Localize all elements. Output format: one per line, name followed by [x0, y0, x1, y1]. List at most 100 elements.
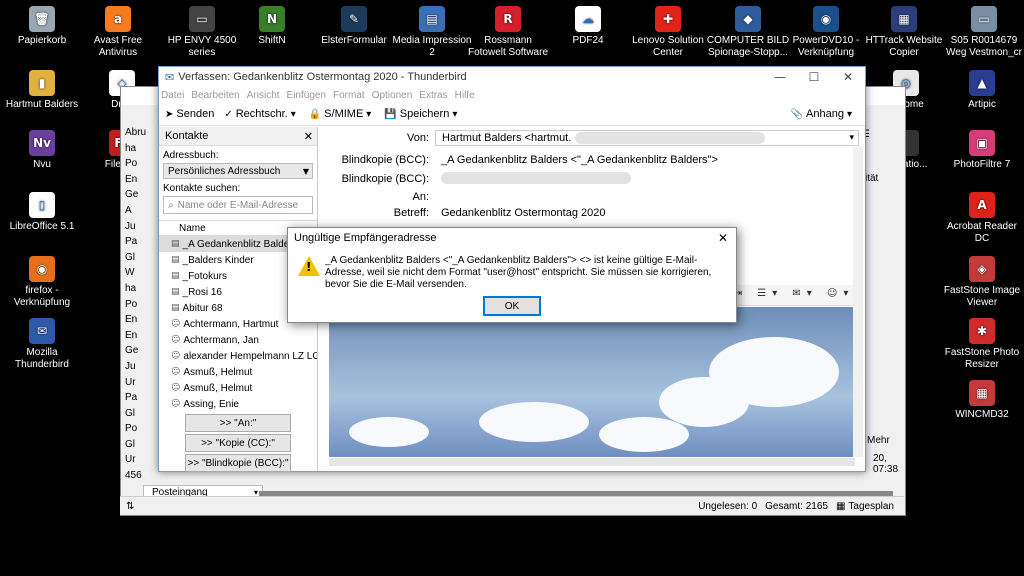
desktop-icon[interactable]: ✎ ElsterFormular	[312, 6, 396, 47]
close-contacts-icon[interactable]: ✕	[304, 130, 313, 143]
desktop-icon[interactable]: ▦ WINCMD32	[940, 380, 1024, 421]
app-icon: ▮	[29, 70, 55, 96]
minimize-button[interactable]: —	[763, 70, 797, 84]
maximize-button[interactable]: ☐	[797, 70, 831, 84]
app-icon: ✱	[969, 318, 995, 344]
desktop-icon[interactable]: ☁ PDF24	[546, 6, 630, 47]
add-bcc-button[interactable]: >> "Blindkopie (BCC):"	[185, 454, 291, 472]
spellcheck-button[interactable]: ✓ Rechtschr. ▾	[224, 108, 298, 120]
folder-item[interactable]: En	[125, 314, 161, 330]
smime-button[interactable]: 🔒 S/MIME ▾	[309, 108, 375, 120]
ok-button[interactable]: OK	[483, 296, 541, 316]
desktop-icon[interactable]: ◈ FastStone Image Viewer	[940, 256, 1024, 309]
folder-item[interactable]: Po	[125, 423, 161, 439]
menu-bearbeiten[interactable]: Bearbeiten	[191, 90, 239, 101]
from-field[interactable]: Hartmut Balders <hartmut. ▾	[435, 130, 859, 146]
menu-optionen[interactable]: Optionen	[372, 90, 413, 101]
attach-button[interactable]: 📎 Anhang ▾	[791, 108, 855, 120]
desktop-icon[interactable]: N ShiftN	[230, 6, 314, 47]
desktop-icon-label: FastStone Photo Resizer	[944, 347, 1020, 370]
total-count: Gesamt: 2165	[765, 500, 828, 512]
folder-item[interactable]: Po	[125, 158, 161, 174]
contact-list-item[interactable]: ☺ Asmuß, Helmut	[159, 364, 317, 380]
desktop-icon[interactable]: ✱ FastStone Photo Resizer	[940, 318, 1024, 371]
desktop-icon[interactable]: ▯ LibreOffice 5.1	[0, 192, 84, 233]
folder-item[interactable]: ha	[125, 283, 161, 299]
contact-search-input[interactable]: ⌕ Name oder E-Mail-Adresse	[163, 196, 313, 214]
desktop-icon-label: Rossmann Fotowelt Software	[467, 35, 549, 58]
contacts-header: Kontakte ✕	[159, 127, 317, 146]
folder-item[interactable]: Gl	[125, 439, 161, 455]
app-icon: ▯	[29, 192, 55, 218]
menu-einfuegen[interactable]: Einfügen	[287, 90, 326, 101]
folder-item[interactable]: Ur	[125, 454, 161, 470]
desktop-icon[interactable]: ◉ firefox - Verknüpfung	[0, 256, 84, 309]
desktop-icon[interactable]: ▦ HTTrack Website Copier	[862, 6, 946, 59]
desktop-icon[interactable]: R Rossmann Fotowelt Software	[466, 6, 550, 59]
desktop-icon[interactable]: ▤ Media Impression 2	[390, 6, 474, 59]
folder-item[interactable]: Ju	[125, 361, 161, 377]
desktop-icon[interactable]: ✉ Mozilla Thunderbird	[0, 318, 84, 371]
folder-item[interactable]: Ge	[125, 189, 161, 205]
add-to-button[interactable]: >> "An:"	[185, 414, 291, 432]
menu-ansicht[interactable]: Ansicht	[247, 90, 280, 101]
desktop-icon[interactable]: 🗑 Papierkorb	[0, 6, 84, 47]
desktop-icon-label: COMPUTER BILD Spionage-Stopp...	[706, 35, 790, 58]
folder-item[interactable]: En	[125, 174, 161, 190]
chevron-down-icon: ▾	[849, 133, 854, 143]
folder-item[interactable]: 456	[125, 470, 161, 486]
send-button[interactable]: ➤ Senden	[165, 108, 214, 120]
menu-hilfe[interactable]: Hilfe	[455, 90, 475, 101]
app-icon: ◉	[813, 6, 839, 32]
desktop-icon[interactable]: ▭ S05 R0014679 Weg Vestmon_cr	[942, 6, 1024, 59]
folder-item[interactable]: Ju	[125, 221, 161, 237]
bcc-field-1[interactable]: _A Gedankenblitz Balders <"_A Gedankenbl…	[435, 154, 718, 166]
person-icon: ☺	[171, 319, 181, 329]
contact-list-item[interactable]: ☺ Assing, Enie	[159, 396, 317, 412]
desktop-icon[interactable]: ◆ COMPUTER BILD Spionage-Stopp...	[706, 6, 790, 59]
folder-item[interactable]: Ur	[125, 377, 161, 393]
folder-item[interactable]: A	[125, 205, 161, 221]
folder-item[interactable]: Ge	[125, 345, 161, 361]
menu-datei[interactable]: Datei	[161, 90, 184, 101]
folder-item[interactable]: En	[125, 330, 161, 346]
add-cc-button[interactable]: >> "Kopie (CC):"	[185, 434, 291, 452]
contact-list-item[interactable]: ☺ alexander Hempelmann LZ LG	[159, 348, 317, 364]
desktop-icon[interactable]: Nv Nvu	[0, 130, 84, 171]
desktop-icon-label: HTTrack Website Copier	[865, 35, 943, 58]
to-label: An:	[412, 191, 429, 203]
folder-item[interactable]: W	[125, 267, 161, 283]
desktop-icon[interactable]: ▮ Hartmut Balders	[0, 70, 84, 111]
menu-format[interactable]: Format	[333, 90, 365, 101]
folder-item[interactable]: ha	[125, 143, 161, 159]
desktop-icon[interactable]: ✚ Lenovo Solution Center	[626, 6, 710, 59]
horizontal-scrollbar[interactable]	[329, 458, 855, 466]
addressbook-select[interactable]: Persönliches Adressbuch ▼	[163, 163, 313, 179]
desktop-icon[interactable]: ▲ Artipic	[940, 70, 1024, 111]
more-button[interactable]: Mehr	[867, 435, 890, 446]
desktop-icon[interactable]: ◉ PowerDVD10 - Verknüpfung	[784, 6, 868, 59]
vertical-scrollbar[interactable]	[853, 147, 863, 457]
folder-item[interactable]: Po	[125, 299, 161, 315]
desktop-icon[interactable]: ▣ PhotoFiltre 7	[940, 130, 1024, 171]
subject-field[interactable]: Gedankenblitz Ostermontag 2020	[435, 207, 606, 219]
today-pane-toggle[interactable]: Tagesplan	[848, 501, 894, 512]
desktop-icon-label: PDF24	[572, 35, 604, 46]
dialog-close-icon[interactable]: ✕	[718, 231, 728, 245]
desktop-icon-label: PowerDVD10 - Verknüpfung	[792, 35, 860, 58]
bcc-field-2[interactable]	[435, 171, 631, 187]
dialog-titlebar: Ungültige Empfängeradresse ✕	[288, 228, 736, 248]
folder-item[interactable]: Gl	[125, 252, 161, 268]
folder-item[interactable]: Pa	[125, 392, 161, 408]
close-button[interactable]: ✕	[831, 70, 865, 84]
folder-item[interactable]: Gl	[125, 408, 161, 424]
folder-item[interactable]: Pa	[125, 236, 161, 252]
contact-list-item[interactable]: ☺ Asmuß, Helmut	[159, 380, 317, 396]
message-body-image[interactable]	[329, 307, 855, 457]
menu-extras[interactable]: Extras	[419, 90, 447, 101]
folder-item[interactable]: Abru	[125, 127, 161, 143]
contact-list-item[interactable]: ☺ Achtermann, Jan	[159, 332, 317, 348]
desktop-icon[interactable]: A Acrobat Reader DC	[940, 192, 1024, 245]
desktop-icon[interactable]: a Avast Free Antivirus	[76, 6, 160, 59]
save-button[interactable]: 💾 Speichern ▾	[384, 108, 460, 120]
